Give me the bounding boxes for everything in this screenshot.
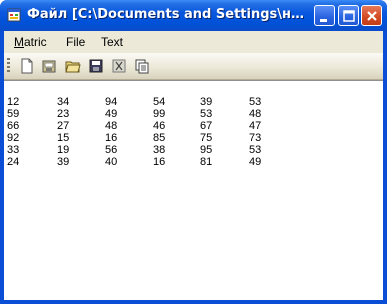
app-icon — [7, 8, 21, 22]
matrix-cell: 49 — [105, 108, 118, 120]
menu-text[interactable]: Text — [101, 35, 123, 49]
window-title: Файл [C:\Documents and Settings\никифоро… — [27, 7, 312, 22]
close-icon — [367, 11, 377, 21]
matrix-cell: 27 — [57, 120, 70, 132]
window-border-bottom — [0, 300, 387, 304]
cut-icon[interactable] — [111, 58, 127, 74]
menu-matric[interactable]: Matric — [14, 35, 47, 49]
minimize-icon — [320, 19, 327, 22]
matrix-cell: 53 — [249, 144, 262, 156]
application-window: Файл [C:\Documents and Settings\никифоро… — [0, 0, 387, 304]
matrix-cell: 16 — [153, 156, 166, 168]
matrix-cell: 48 — [105, 120, 118, 132]
matrix-cell: 53 — [249, 96, 262, 108]
copy-icon[interactable] — [134, 58, 150, 74]
open-icon[interactable] — [41, 58, 57, 74]
matrix-text-area[interactable]: 12 34 94 54 39 53 59 23 49 99 53 48 66 2… — [4, 80, 383, 300]
matrix-cell: 73 — [249, 132, 262, 144]
minimize-button[interactable] — [314, 5, 335, 26]
matrix-cell: 46 — [153, 120, 166, 132]
matrix-cell: 34 — [57, 96, 70, 108]
matrix-cell: 81 — [200, 156, 213, 168]
matrix-cell: 23 — [57, 108, 70, 120]
matrix-cell: 39 — [200, 96, 213, 108]
maximize-icon — [343, 10, 355, 22]
menu-matric-label: atric — [24, 35, 47, 49]
client-area: Matric File Text 12 34 94 54 39 53 59 23… — [4, 31, 383, 300]
open-folder-icon[interactable] — [65, 58, 81, 74]
matrix-cell: 40 — [105, 156, 118, 168]
matrix-cell: 54 — [153, 96, 166, 108]
menu-bar: Matric File Text — [4, 31, 383, 53]
matrix-cell: 15 — [57, 132, 70, 144]
save-icon[interactable] — [88, 58, 104, 74]
matrix-cell: 67 — [200, 120, 213, 132]
matrix-cell: 59 — [7, 108, 20, 120]
toolbar-grip-icon[interactable] — [7, 58, 10, 74]
matrix-cell: 47 — [249, 120, 262, 132]
title-bar[interactable]: Файл [C:\Documents and Settings\никифоро… — [0, 0, 387, 31]
matrix-cell: 16 — [105, 132, 118, 144]
matrix-cell: 39 — [57, 156, 70, 168]
menu-file[interactable]: File — [66, 35, 85, 49]
new-file-icon[interactable] — [19, 58, 35, 74]
matrix-cell: 66 — [7, 120, 20, 132]
matrix-cell: 94 — [105, 96, 118, 108]
toolbar — [4, 53, 383, 80]
maximize-button[interactable] — [338, 5, 359, 26]
matrix-cell: 95 — [200, 144, 213, 156]
matrix-cell: 75 — [200, 132, 213, 144]
matrix-cell: 53 — [200, 108, 213, 120]
matrix-cell: 56 — [105, 144, 118, 156]
menu-matric-mnemonic: M — [14, 35, 24, 49]
matrix-cell: 99 — [153, 108, 166, 120]
close-button[interactable] — [361, 5, 382, 26]
matrix-cell: 92 — [7, 132, 20, 144]
matrix-cell: 33 — [7, 144, 20, 156]
matrix-cell: 19 — [57, 144, 70, 156]
matrix-cell: 49 — [249, 156, 262, 168]
matrix-cell: 85 — [153, 132, 166, 144]
matrix-cell: 38 — [153, 144, 166, 156]
matrix-cell: 12 — [7, 96, 20, 108]
window-border-right — [383, 31, 387, 304]
matrix-cell: 24 — [7, 156, 20, 168]
matrix-cell: 48 — [249, 108, 262, 120]
